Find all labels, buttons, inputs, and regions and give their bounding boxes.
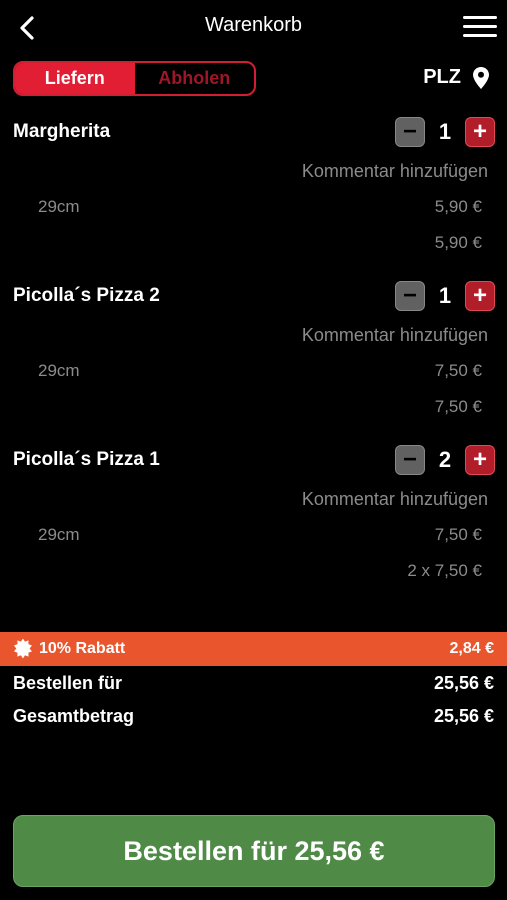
- plz-selector[interactable]: PLZ: [423, 66, 489, 89]
- item-unit-price: 7,50 €: [434, 525, 482, 544]
- decrease-quantity-button[interactable]: −: [395, 445, 425, 475]
- tab-deliver[interactable]: Liefern: [15, 63, 135, 94]
- item-name: Picolla´s Pizza 2: [13, 285, 160, 306]
- item-total: 7,50 €: [434, 397, 482, 416]
- discount-amount: 2,84 €: [449, 640, 494, 657]
- item-unit-price: 7,50 €: [434, 361, 482, 380]
- add-comment-link[interactable]: Kommentar hinzufügen: [302, 161, 488, 182]
- item-total: 2 x 7,50 €: [407, 561, 482, 580]
- increase-quantity-button[interactable]: +: [465, 117, 495, 147]
- place-order-button[interactable]: Bestellen für 25,56 €: [13, 815, 495, 887]
- plus-icon: +: [472, 446, 487, 473]
- plus-icon: +: [472, 118, 487, 145]
- header: Warenkorb: [0, 0, 507, 56]
- order-for-label: Bestellen für: [13, 673, 123, 693]
- plz-label: PLZ: [423, 66, 461, 88]
- quantity-value: 1: [438, 283, 452, 308]
- minus-icon: −: [402, 282, 417, 309]
- item-unit-price: 5,90 €: [434, 197, 482, 216]
- discount-label: 10% Rabatt: [39, 640, 126, 657]
- plus-icon: +: [472, 282, 487, 309]
- cart-item: Picolla´s Pizza 2 − 1 + Kommentar hinzuf…: [0, 281, 507, 449]
- cart-item: Margherita − 1 + Kommentar hinzufügen 29…: [0, 117, 507, 285]
- decrease-quantity-button[interactable]: −: [395, 281, 425, 311]
- item-size: 29cm: [38, 197, 80, 216]
- order-for-value: 25,56 €: [433, 673, 494, 693]
- location-pin-icon: [473, 66, 489, 89]
- decrease-quantity-button[interactable]: −: [395, 117, 425, 147]
- grand-total-value: 25,56 €: [433, 706, 494, 726]
- minus-icon: −: [402, 446, 417, 473]
- order-for-row: Bestellen für 25,56 €: [13, 673, 494, 699]
- page-title: Warenkorb: [204, 14, 303, 36]
- increase-quantity-button[interactable]: +: [465, 445, 495, 475]
- item-total: 5,90 €: [434, 233, 482, 252]
- quantity-value: 1: [438, 119, 452, 144]
- item-size: 29cm: [38, 361, 80, 380]
- grand-total-label: Gesamtbetrag: [13, 706, 135, 726]
- item-size: 29cm: [38, 525, 80, 544]
- discount-badge-icon: [13, 639, 32, 659]
- increase-quantity-button[interactable]: +: [465, 281, 495, 311]
- tab-pickup[interactable]: Abholen: [135, 63, 255, 94]
- item-name: Picolla´s Pizza 1: [13, 449, 160, 470]
- delivery-mode-toggle: Liefern Abholen: [13, 61, 256, 96]
- hamburger-menu-icon[interactable]: [463, 16, 497, 40]
- discount-banner: 10% Rabatt 2,84 €: [0, 632, 507, 666]
- cart-item: Picolla´s Pizza 1 − 2 + Kommentar hinzuf…: [0, 445, 507, 613]
- grand-total-row: Gesamtbetrag 25,56 €: [13, 706, 494, 732]
- quantity-value: 2: [438, 447, 452, 472]
- minus-icon: −: [402, 118, 417, 145]
- add-comment-link[interactable]: Kommentar hinzufügen: [302, 325, 488, 346]
- quantity-stepper: − 1 +: [395, 281, 495, 311]
- item-name: Margherita: [13, 121, 111, 142]
- quantity-stepper: − 1 +: [395, 117, 495, 147]
- quantity-stepper: − 2 +: [395, 445, 495, 475]
- add-comment-link[interactable]: Kommentar hinzufügen: [302, 489, 488, 510]
